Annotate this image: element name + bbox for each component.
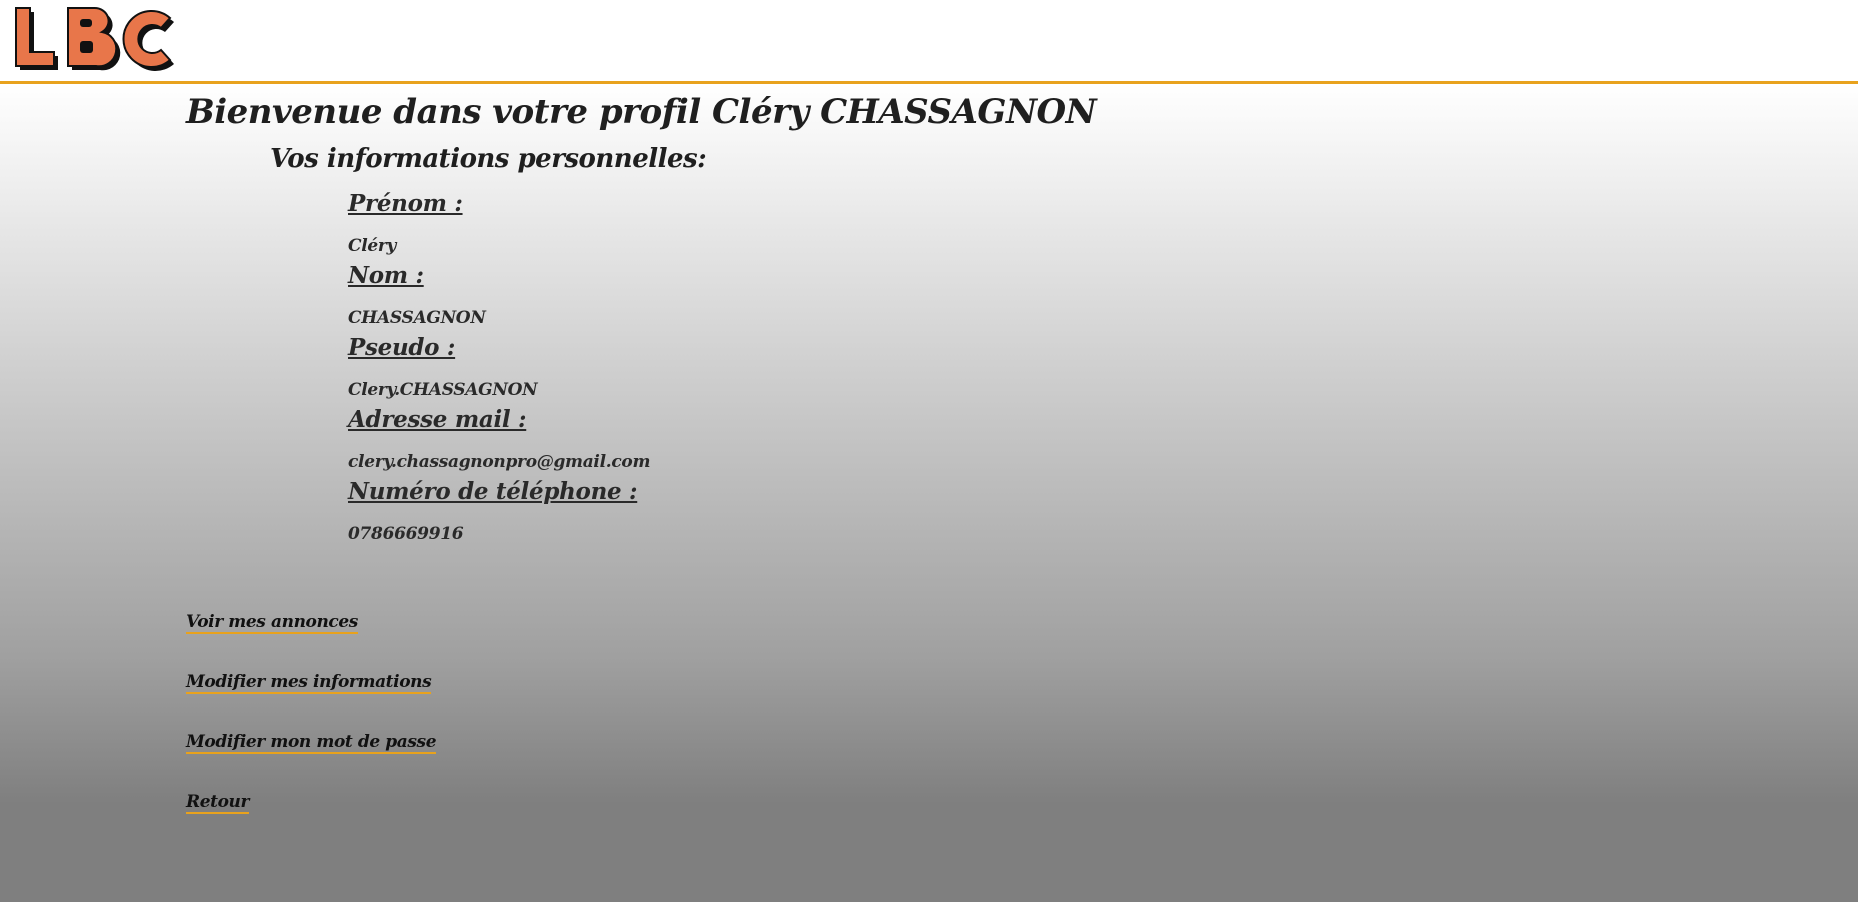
phone-label: Numéro de téléphone : <box>348 478 638 505</box>
phone-value: 0786669916 <box>348 524 464 544</box>
section-title: Vos informations personnelles: <box>270 144 707 174</box>
first-name-value: Cléry <box>348 236 397 256</box>
change-password-link[interactable]: Modifier mon mot de passe <box>186 732 437 754</box>
edit-info-link[interactable]: Modifier mes informations <box>186 672 432 694</box>
first-name-label: Prénom : <box>348 190 463 217</box>
username-value: Clery.CHASSAGNON <box>348 380 538 400</box>
lbc-logo[interactable] <box>10 4 180 76</box>
last-name-value: CHASSAGNON <box>348 308 486 328</box>
profile-page: Bienvenue dans votre profil Cléry CHASSA… <box>0 84 1858 902</box>
username-label: Pseudo : <box>348 334 456 361</box>
page-title: Bienvenue dans votre profil Cléry CHASSA… <box>186 92 1097 132</box>
back-link[interactable]: Retour <box>186 792 249 814</box>
last-name-label: Nom : <box>348 262 424 289</box>
email-label: Adresse mail : <box>348 406 527 433</box>
site-header <box>0 0 1858 84</box>
view-ads-link[interactable]: Voir mes annonces <box>186 612 358 634</box>
email-value: clery.chassagnonpro@gmail.com <box>348 452 651 472</box>
